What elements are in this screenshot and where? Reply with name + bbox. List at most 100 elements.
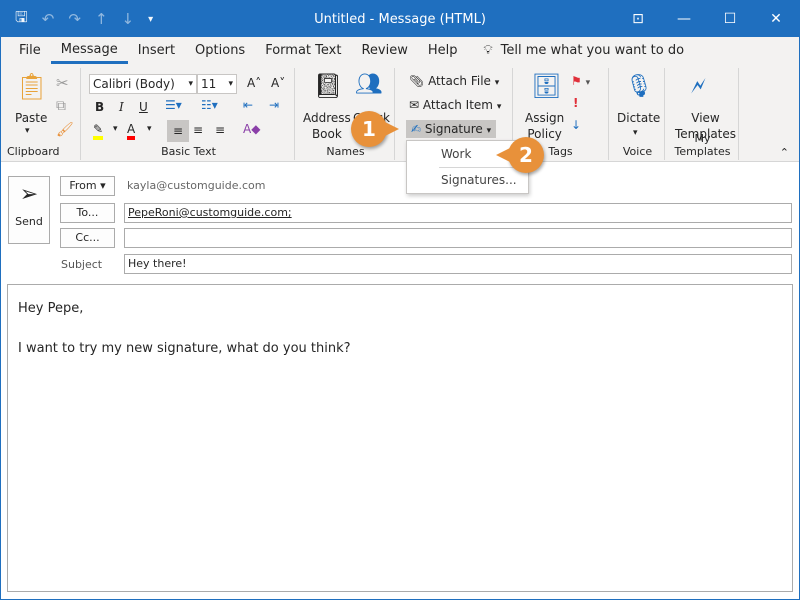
decrease-indent-icon[interactable]: ⇤ xyxy=(243,98,253,112)
clipboard-group: 📋︎ Paste ▾ ✂ ⧉ 🖌︎ Clipboard xyxy=(1,68,81,160)
ribbon-display-icon[interactable]: ⊡ xyxy=(615,1,661,37)
align-left-icon[interactable]: ≡ xyxy=(167,120,189,142)
grow-font-icon[interactable]: A˄ xyxy=(247,76,261,90)
tab-format-text[interactable]: Format Text xyxy=(255,37,351,65)
undo-icon[interactable]: ↶ xyxy=(42,10,55,28)
basic-text-label: Basic Text xyxy=(161,145,216,158)
basic-text-group: Calibri (Body) ▾ 11 ▾ A˄ A˅ B I U ☰▾ ☷▾ ⇤ … xyxy=(83,68,295,160)
attach-item-icon: ✉ xyxy=(409,98,420,112)
bold-button[interactable]: B xyxy=(95,100,104,114)
address-book-label-2: Book xyxy=(311,127,342,141)
redo-icon[interactable]: ↷ xyxy=(68,10,81,28)
address-book-label-1: Address xyxy=(303,111,351,125)
cc-button[interactable]: Cc... xyxy=(60,228,115,248)
signature-label: Signature xyxy=(424,122,483,136)
names-label: Names xyxy=(326,145,365,158)
cut-icon[interactable]: ✂ xyxy=(56,74,69,92)
attach-file-label: Attach File xyxy=(428,74,491,88)
font-color-dropdown-icon[interactable]: ▾ xyxy=(147,124,152,134)
format-painter-icon[interactable]: 🖌︎ xyxy=(56,122,74,138)
low-importance-icon[interactable]: ↓ xyxy=(571,118,581,132)
italic-button[interactable]: I xyxy=(119,100,124,114)
ribbon: 📋︎ Paste ▾ ✂ ⧉ 🖌︎ Clipboard Calibri (Bod… xyxy=(1,64,799,162)
from-button[interactable]: From ▾ xyxy=(60,176,115,196)
address-book-icon[interactable]: 📓︎ xyxy=(313,72,343,100)
tab-message[interactable]: Message xyxy=(50,39,128,64)
tab-file[interactable]: File xyxy=(9,37,51,65)
subject-field[interactable]: Hey there! xyxy=(124,254,792,274)
menu-bar: File Message Insert Options Format Text … xyxy=(1,37,799,65)
minimize-button[interactable]: — xyxy=(661,1,707,37)
increase-indent-icon[interactable]: ⇥ xyxy=(269,98,279,112)
align-right-icon[interactable]: ≡ xyxy=(215,123,225,137)
shrink-font-icon[interactable]: A˅ xyxy=(271,76,285,90)
clear-formatting-icon[interactable]: A◆ xyxy=(243,122,260,136)
down-icon[interactable]: ↓ xyxy=(122,10,135,28)
paste-dropdown-icon[interactable]: ▾ xyxy=(25,126,30,136)
dictate-dropdown-icon[interactable]: ▾ xyxy=(633,128,638,138)
paste-icon[interactable]: 📋︎ xyxy=(15,72,48,102)
send-label: Send xyxy=(15,215,43,228)
view-templates-icon[interactable]: 🗲 xyxy=(691,74,706,99)
tab-insert[interactable]: Insert xyxy=(128,37,185,65)
font-size-select[interactable]: 11 ▾ xyxy=(197,74,237,94)
body-line: I want to try my new signature, what do … xyxy=(18,341,351,356)
to-button[interactable]: To... xyxy=(60,203,115,223)
high-importance-icon[interactable]: ! xyxy=(573,96,578,110)
tab-options[interactable]: Options xyxy=(185,37,255,65)
from-label: From xyxy=(69,179,97,192)
collapse-ribbon-icon[interactable]: ⌃ xyxy=(780,146,789,159)
dictate-button[interactable]: Dictate xyxy=(617,110,660,126)
lightbulb-icon: 💡︎ xyxy=(483,43,493,58)
tab-help[interactable]: Help xyxy=(418,37,468,65)
font-color-icon[interactable]: A xyxy=(127,122,136,140)
signature-button[interactable]: ✍ Signature ▾ xyxy=(406,120,497,138)
assign-policy-icon[interactable]: 🗄︎ xyxy=(531,72,561,100)
menu-item-signatures[interactable]: Signatures... xyxy=(441,173,517,187)
maximize-button[interactable]: ☐ xyxy=(707,1,753,37)
voice-label: Voice xyxy=(622,145,653,158)
menu-divider xyxy=(439,167,520,168)
highlight-dropdown-icon[interactable]: ▾ xyxy=(113,124,118,134)
attach-item-button[interactable]: ✉ Attach Item ▾ xyxy=(409,98,501,112)
save-icon[interactable]: 🖫 xyxy=(15,7,28,32)
message-body[interactable]: Hey Pepe, I want to try my new signature… xyxy=(7,284,793,592)
attach-file-button[interactable]: 📎︎ Attach File ▾ xyxy=(409,74,499,88)
paste-button[interactable]: Paste xyxy=(15,110,47,126)
from-value: kayla@customguide.com xyxy=(127,179,266,192)
to-field[interactable]: PepeRoni@customguide.com; xyxy=(124,203,792,223)
close-button[interactable]: ✕ xyxy=(753,1,799,37)
copy-icon[interactable]: ⧉ xyxy=(56,98,66,114)
paperclip-icon: 📎︎ xyxy=(409,74,425,88)
numbering-icon[interactable]: ☷▾ xyxy=(201,98,218,112)
signature-icon: ✍ xyxy=(411,122,422,136)
callout-2: 2 xyxy=(496,137,544,173)
menu-item-work[interactable]: Work xyxy=(441,147,471,161)
follow-up-flag-icon[interactable]: ⚑ ▾ xyxy=(571,74,590,88)
to-recipient: PepeRoni@customguide.com; xyxy=(128,206,292,219)
microphone-icon[interactable]: 🎙︎ xyxy=(625,74,653,99)
bullets-icon[interactable]: ☰▾ xyxy=(165,98,182,112)
send-button[interactable]: ➢ Send xyxy=(8,176,50,244)
address-book-button[interactable]: Address Book xyxy=(303,110,351,142)
up-icon[interactable]: ↑ xyxy=(95,10,108,28)
cc-field[interactable] xyxy=(124,228,792,248)
customize-icon[interactable]: ▾ xyxy=(148,14,153,25)
highlight-icon[interactable]: ✎ xyxy=(93,122,104,140)
title-bar: 🖫 ↶ ↷ ↑ ↓ ▾ Untitled - Message (HTML) ⊡ … xyxy=(1,1,799,37)
subject-label: Subject xyxy=(61,258,103,271)
view-label: View xyxy=(691,111,720,125)
assign-label: Assign xyxy=(525,111,565,125)
font-name-select[interactable]: Calibri (Body) ▾ xyxy=(89,74,197,94)
align-center-icon[interactable]: ≡ xyxy=(193,123,203,137)
font-name: Calibri (Body) xyxy=(93,77,175,91)
attach-item-label: Attach Item xyxy=(422,98,493,112)
font-size: 11 xyxy=(201,77,217,91)
tell-me-search[interactable]: Tell me what you want to do xyxy=(497,37,694,65)
clipboard-label: Clipboard xyxy=(7,145,60,158)
send-icon: ➢ xyxy=(19,182,39,207)
check-names-icon[interactable]: 👥︎ xyxy=(355,72,383,97)
underline-button[interactable]: U xyxy=(139,100,148,114)
tab-review[interactable]: Review xyxy=(351,37,417,65)
callout-1: 1 xyxy=(351,111,399,147)
